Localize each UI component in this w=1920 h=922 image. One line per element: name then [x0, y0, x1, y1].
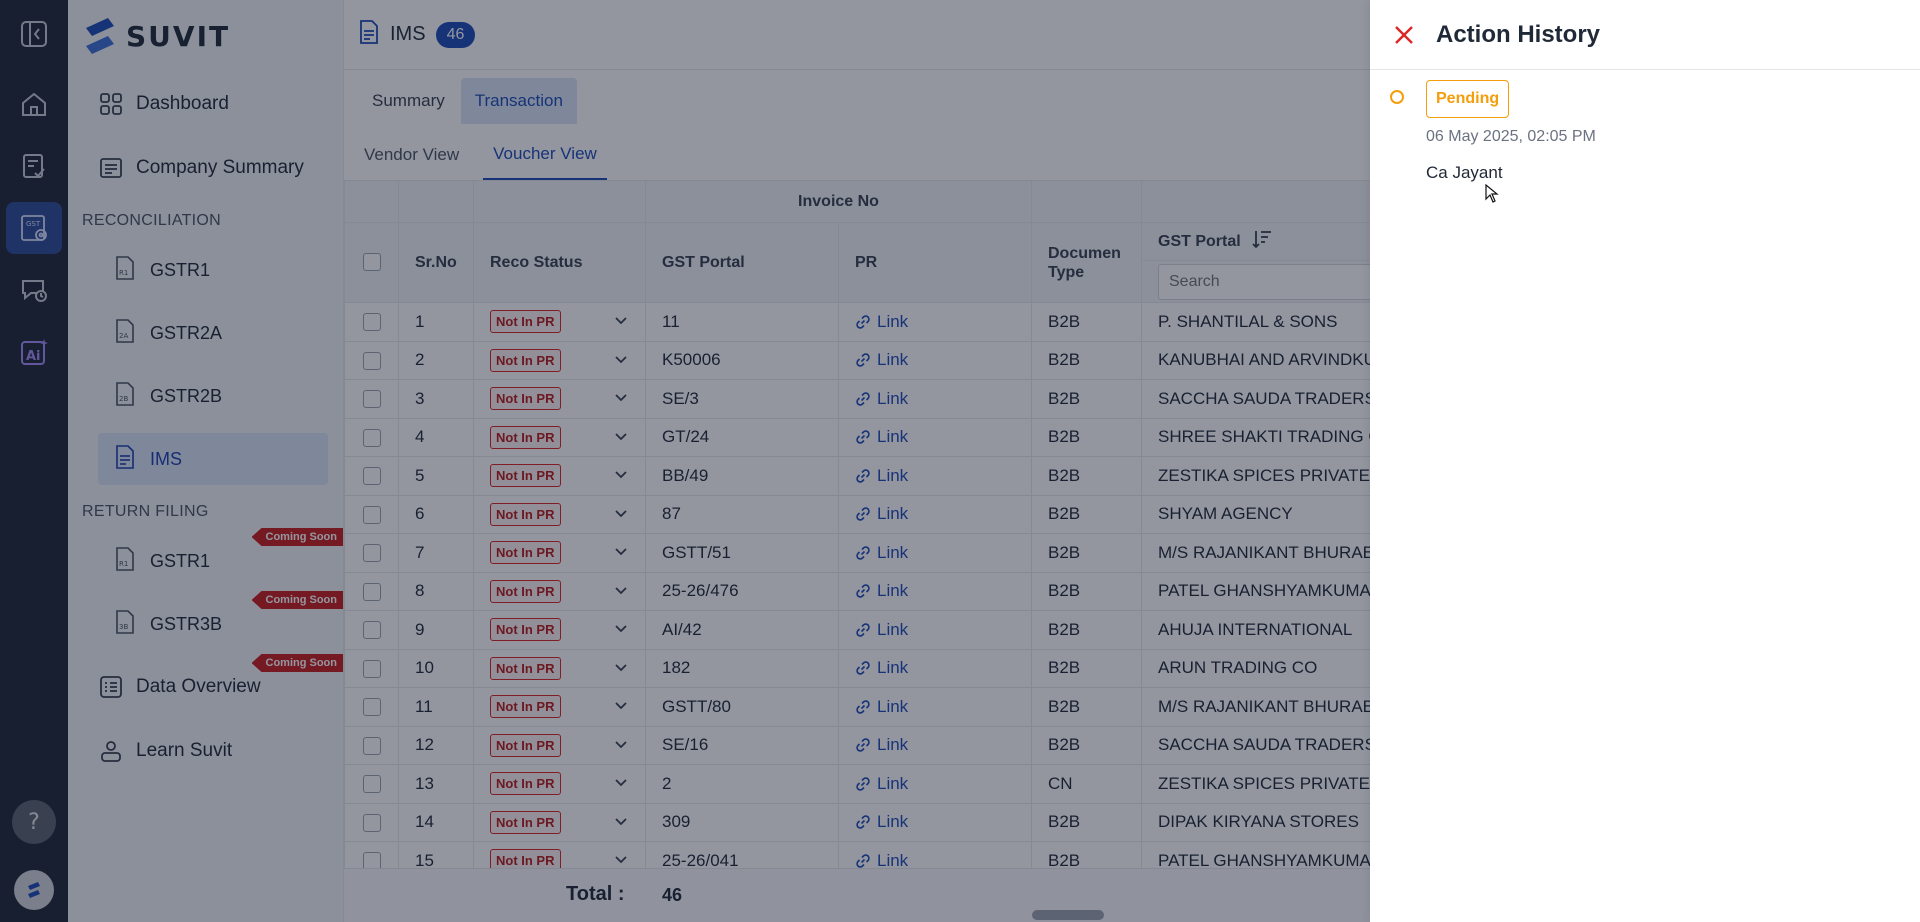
status-badge: Pending	[1426, 80, 1510, 118]
timeline-dot	[1390, 90, 1404, 104]
close-icon[interactable]	[1388, 19, 1420, 51]
history-timestamp: 06 May 2025, 02:05 PM	[1426, 128, 1596, 145]
history-user: Ca Jayant	[1426, 163, 1503, 182]
modal-overlay[interactable]	[0, 0, 1370, 922]
action-history-drawer: Action History Pending 06 May 2025, 02:0…	[1370, 0, 1920, 922]
drawer-title: Action History	[1436, 20, 1601, 48]
drawer-header: Action History	[1370, 0, 1920, 70]
mouse-cursor-icon	[1485, 183, 1499, 209]
